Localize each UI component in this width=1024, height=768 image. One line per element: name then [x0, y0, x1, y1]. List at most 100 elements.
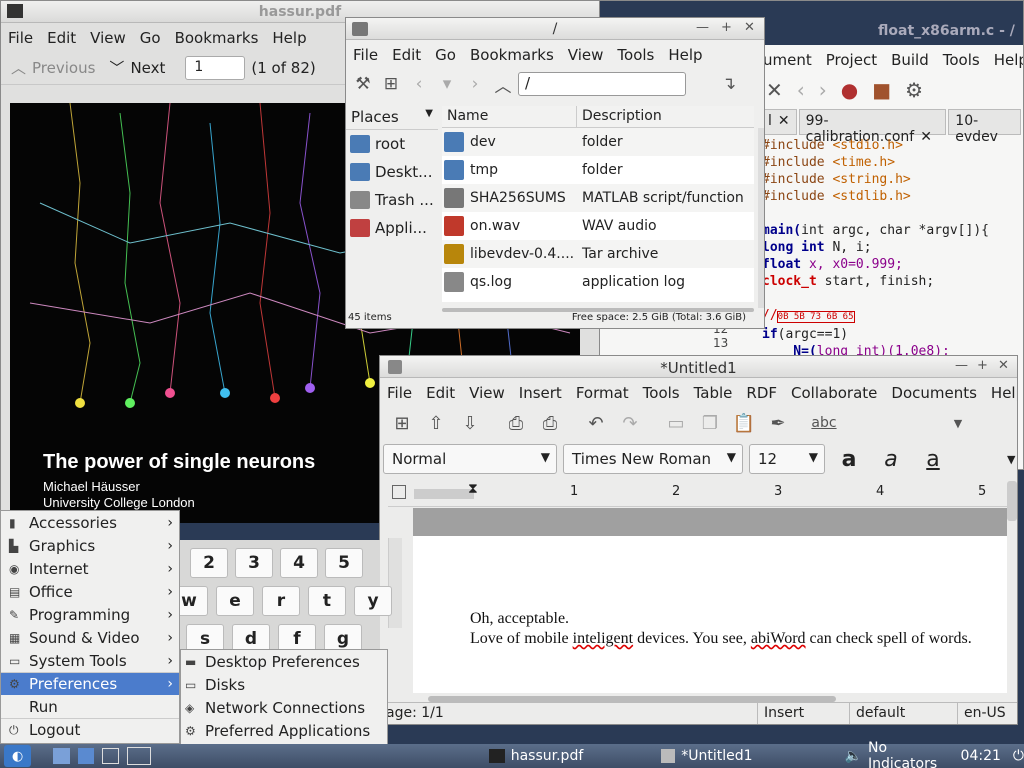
start-menu-item[interactable]: Run	[1, 695, 179, 718]
menu-item[interactable]: Help	[984, 384, 1017, 402]
keyboard-key[interactable]: e	[216, 586, 254, 616]
back-icon[interactable]: ‹	[406, 71, 432, 97]
place-item[interactable]: root	[346, 130, 438, 158]
place-item[interactable]: Deskt...	[346, 158, 438, 186]
tab-stop-icon[interactable]	[392, 485, 406, 499]
ruler[interactable]: 1 2 3 4 5 ⧗	[388, 481, 1008, 507]
doc-line-2[interactable]: Love of mobile inteligent devices. You s…	[470, 630, 972, 648]
menu-item[interactable]: Help	[987, 51, 1023, 69]
place-item[interactable]: Trash ...	[346, 186, 438, 214]
start-menu-item[interactable]: ⏻ Logout	[1, 718, 179, 741]
build-icon[interactable]: ■	[872, 78, 891, 102]
start-menu-item[interactable]: ▮ Accessories ›	[1, 511, 179, 534]
file-row[interactable]: libevdev-0.4.... Tar archive	[442, 240, 754, 268]
name-column-header[interactable]: Name	[442, 106, 577, 127]
scrollbar[interactable]	[1007, 481, 1017, 521]
font-select[interactable]: Times New Roman ▼	[563, 444, 743, 474]
menu-item[interactable]: Insert	[512, 384, 569, 402]
overflow-icon[interactable]: ▼	[944, 409, 972, 437]
menu-item[interactable]: View	[462, 384, 512, 402]
close-icon[interactable]: ✕	[766, 78, 783, 102]
menu-item[interactable]: Tools	[610, 46, 661, 64]
path-input[interactable]: /	[518, 72, 686, 96]
doc-line-1[interactable]: Oh, acceptable.	[470, 610, 569, 628]
settings-icon[interactable]	[77, 748, 95, 764]
keyboard-key[interactable]: t	[308, 586, 346, 616]
file-row[interactable]: tmp folder	[442, 156, 754, 184]
start-button[interactable]: ◐	[4, 745, 32, 767]
keyboard-key[interactable]: y	[354, 586, 392, 616]
keyboard-key[interactable]: 4	[280, 548, 318, 578]
previous-button[interactable]: Previous	[32, 59, 95, 77]
menu-item[interactable]: Tools	[936, 51, 987, 69]
start-menu-item[interactable]: ✎ Programming ›	[1, 603, 179, 626]
menu-item[interactable]: Bookmarks	[168, 29, 266, 47]
code-text[interactable]: #include <stdio.h> #include <time.h> #incl…	[762, 137, 989, 360]
back-icon[interactable]: ‹	[797, 78, 805, 102]
menu-item[interactable]: File	[1, 29, 40, 47]
description-column-header[interactable]: Description	[577, 106, 667, 127]
menu-item[interactable]: File	[380, 384, 419, 402]
menu-item[interactable]: Tools	[636, 384, 687, 402]
forward-icon[interactable]: ›	[462, 71, 488, 97]
file-manager-icon[interactable]	[53, 748, 70, 764]
menu-item[interactable]: Documents	[884, 384, 984, 402]
bold-icon[interactable]: a	[831, 447, 867, 472]
close-icon[interactable]: ✕	[998, 358, 1009, 373]
menu-item[interactable]: Build	[884, 51, 936, 69]
menu-item[interactable]: File	[346, 46, 385, 64]
menu-item[interactable]: Go	[428, 46, 463, 64]
open-icon[interactable]: ⇧	[422, 409, 450, 437]
file-row[interactable]: on.wav WAV audio	[442, 212, 754, 240]
submenu-item[interactable]: ▬ Desktop Preferences	[181, 650, 387, 673]
underline-icon[interactable]: a	[915, 447, 951, 472]
chevron-up-icon[interactable]: ︿	[11, 57, 26, 78]
menu-item[interactable]: ument	[756, 51, 819, 69]
format-painter-icon[interactable]: ✒	[764, 409, 792, 437]
up-icon[interactable]: ︿	[490, 71, 516, 97]
menu-item[interactable]: View	[561, 46, 611, 64]
history-icon[interactable]: ▾	[434, 71, 460, 97]
submenu-item[interactable]: ▭ Disks	[181, 673, 387, 696]
keyboard-key[interactable]: 3	[235, 548, 273, 578]
start-menu-item[interactable]: ▤ Office ›	[1, 580, 179, 603]
menu-item[interactable]: Go	[133, 29, 168, 47]
new-tab-icon[interactable]: ⊞	[378, 71, 404, 97]
run-icon[interactable]: ●	[841, 78, 858, 102]
place-item[interactable]: Appli...	[346, 214, 438, 242]
print-icon[interactable]: ⎙	[502, 409, 530, 437]
file-row[interactable]: SHA256SUMS MATLAB script/function	[442, 184, 754, 212]
clock[interactable]: 04:21	[961, 748, 1001, 764]
menu-item[interactable]: Edit	[40, 29, 83, 47]
start-menu-item[interactable]: ⚙ Preferences ›	[1, 672, 179, 695]
menu-item[interactable]: Format	[569, 384, 636, 402]
file-row[interactable]: qs.log application log	[442, 268, 754, 296]
menu-item[interactable]: Edit	[419, 384, 462, 402]
menu-item[interactable]: Edit	[385, 46, 428, 64]
indent-marker-icon[interactable]: ⧗	[468, 481, 478, 497]
maximize-icon[interactable]: +	[977, 358, 988, 373]
page-input[interactable]: 1	[185, 55, 246, 80]
paste-icon[interactable]: 📋	[730, 409, 758, 437]
overflow-icon[interactable]: ▼	[1007, 453, 1015, 466]
submenu-item[interactable]: ◈ Network Connections	[181, 696, 387, 719]
spellcheck-icon[interactable]: abc	[810, 409, 838, 437]
redo-icon[interactable]: ↷	[616, 409, 644, 437]
italic-icon[interactable]: a	[873, 447, 909, 472]
menu-item[interactable]: RDF	[739, 384, 784, 402]
gear-icon[interactable]: ⚙	[905, 78, 923, 102]
start-menu-item[interactable]: ▭ System Tools ›	[1, 649, 179, 672]
tools-icon[interactable]: ⚒	[350, 71, 376, 97]
cut-icon[interactable]: ▭	[662, 409, 690, 437]
taskbar-task[interactable]: *Untitled1	[653, 746, 760, 766]
save-icon[interactable]: ⇩	[456, 409, 484, 437]
document-canvas[interactable]: Oh, acceptable. Love of mobile inteligen…	[413, 508, 1007, 693]
editor-tab[interactable]: 10-evdev	[948, 109, 1021, 145]
print-preview-icon[interactable]: ⎙	[536, 409, 564, 437]
start-menu-item[interactable]: ▦ Sound & Video ›	[1, 626, 179, 649]
keyboard-key[interactable]: r	[262, 586, 300, 616]
style-select[interactable]: Normal ▼	[383, 444, 557, 474]
editor-tab[interactable]: 99-calibration.conf ✕	[798, 109, 947, 145]
maximize-icon[interactable]: +	[721, 20, 732, 35]
editor-tab[interactable]: l ✕	[761, 109, 797, 135]
